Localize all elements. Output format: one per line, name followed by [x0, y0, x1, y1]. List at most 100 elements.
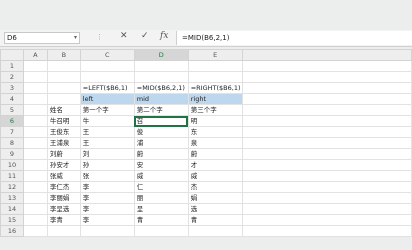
- cell[interactable]: 杰: [187, 181, 243, 193]
- close-icon[interactable]: ✕: [120, 31, 128, 41]
- cell[interactable]: 王俊东: [46, 126, 81, 138]
- cell[interactable]: [187, 60, 243, 72]
- row-header[interactable]: 16: [0, 225, 24, 237]
- row-header[interactable]: 7: [0, 126, 24, 138]
- cell[interactable]: [241, 60, 412, 72]
- cell[interactable]: 张: [79, 170, 135, 182]
- cell[interactable]: [22, 170, 48, 182]
- cell[interactable]: [22, 214, 48, 226]
- cell[interactable]: [133, 225, 189, 237]
- column-header[interactable]: E: [187, 49, 243, 61]
- cell[interactable]: 刘: [79, 148, 135, 160]
- cell[interactable]: 青: [133, 214, 189, 226]
- cell[interactable]: 王浦泉: [46, 137, 81, 149]
- cell[interactable]: 李: [79, 181, 135, 193]
- row-header[interactable]: 4: [0, 93, 24, 105]
- cell[interactable]: [22, 225, 48, 237]
- formula-input[interactable]: =MID(B6,2,1): [176, 31, 412, 45]
- cell[interactable]: [241, 104, 412, 116]
- cell[interactable]: 第一个字: [79, 104, 135, 116]
- cell[interactable]: 李呈选: [46, 203, 81, 215]
- cell[interactable]: 李仁杰: [46, 181, 81, 193]
- cell[interactable]: 孙安才: [46, 159, 81, 171]
- row-header[interactable]: 9: [0, 148, 24, 160]
- cell[interactable]: mid: [133, 93, 189, 105]
- cell[interactable]: [241, 93, 412, 105]
- cell[interactable]: 李: [79, 203, 135, 215]
- cell[interactable]: [22, 71, 48, 83]
- cell[interactable]: 刘蔚: [46, 148, 81, 160]
- cell[interactable]: [241, 192, 412, 204]
- cell[interactable]: 青: [187, 214, 243, 226]
- row-header[interactable]: 2: [0, 71, 24, 83]
- cell[interactable]: [187, 225, 243, 237]
- row-header[interactable]: 11: [0, 170, 24, 182]
- row-header[interactable]: 8: [0, 137, 24, 149]
- cell[interactable]: [46, 71, 81, 83]
- cell[interactable]: [22, 93, 48, 105]
- cell[interactable]: 选: [187, 203, 243, 215]
- row-header[interactable]: 15: [0, 214, 24, 226]
- cell[interactable]: [22, 159, 48, 171]
- cell[interactable]: 威: [187, 170, 243, 182]
- row-header[interactable]: 12: [0, 181, 24, 193]
- cell[interactable]: [79, 225, 135, 237]
- fx-icon[interactable]: fx: [160, 31, 168, 41]
- cell[interactable]: [22, 104, 48, 116]
- cell[interactable]: left: [79, 93, 135, 105]
- cell[interactable]: 第三个字: [187, 104, 243, 116]
- cell[interactable]: 第二个字: [133, 104, 189, 116]
- cell[interactable]: [79, 71, 135, 83]
- cell[interactable]: [241, 225, 412, 237]
- cell[interactable]: 安: [133, 159, 189, 171]
- cell[interactable]: 李: [79, 192, 135, 204]
- cell[interactable]: [22, 148, 48, 160]
- row-header[interactable]: 14: [0, 203, 24, 215]
- cell[interactable]: 李: [79, 214, 135, 226]
- cell[interactable]: [22, 115, 48, 127]
- select-all-corner[interactable]: [0, 49, 24, 61]
- row-header[interactable]: 10: [0, 159, 24, 171]
- cell[interactable]: [22, 60, 48, 72]
- row-header[interactable]: 1: [0, 60, 24, 72]
- cell[interactable]: [241, 170, 412, 182]
- cell[interactable]: 才: [187, 159, 243, 171]
- cell[interactable]: 牛: [79, 115, 135, 127]
- cell[interactable]: 李丽娟: [46, 192, 81, 204]
- cell[interactable]: [241, 126, 412, 138]
- cell[interactable]: [79, 60, 135, 72]
- cell[interactable]: 蔚: [187, 148, 243, 160]
- cell[interactable]: [22, 82, 48, 94]
- cell[interactable]: [133, 71, 189, 83]
- cell[interactable]: 泉: [187, 137, 243, 149]
- row-header[interactable]: 6: [0, 115, 24, 127]
- cell[interactable]: 浦: [133, 137, 189, 149]
- cell[interactable]: [241, 115, 412, 127]
- cell[interactable]: [22, 203, 48, 215]
- cell[interactable]: 俊: [133, 126, 189, 138]
- cell[interactable]: [46, 60, 81, 72]
- cell[interactable]: =LEFT($B6,1): [79, 82, 135, 94]
- column-header[interactable]: C: [79, 49, 135, 61]
- row-header[interactable]: 3: [0, 82, 24, 94]
- cell[interactable]: 李青: [46, 214, 81, 226]
- cell[interactable]: [241, 148, 412, 160]
- cell[interactable]: [22, 192, 48, 204]
- cell[interactable]: [22, 137, 48, 149]
- cell[interactable]: [241, 159, 412, 171]
- cell[interactable]: 丽: [133, 192, 189, 204]
- cell[interactable]: [46, 225, 81, 237]
- cell[interactable]: 王: [79, 137, 135, 149]
- cell[interactable]: [22, 181, 48, 193]
- cell[interactable]: 娟: [187, 192, 243, 204]
- cell[interactable]: 明: [187, 115, 243, 127]
- cell[interactable]: 孙: [79, 159, 135, 171]
- cell[interactable]: =MID($B6,2,1): [133, 82, 189, 94]
- cell[interactable]: [133, 60, 189, 72]
- name-box[interactable]: D6 ▾: [4, 32, 80, 44]
- cell[interactable]: 姓名: [46, 104, 81, 116]
- cell[interactable]: [241, 71, 412, 83]
- cell[interactable]: 呈: [133, 203, 189, 215]
- cell[interactable]: 东: [187, 126, 243, 138]
- cell[interactable]: [241, 181, 412, 193]
